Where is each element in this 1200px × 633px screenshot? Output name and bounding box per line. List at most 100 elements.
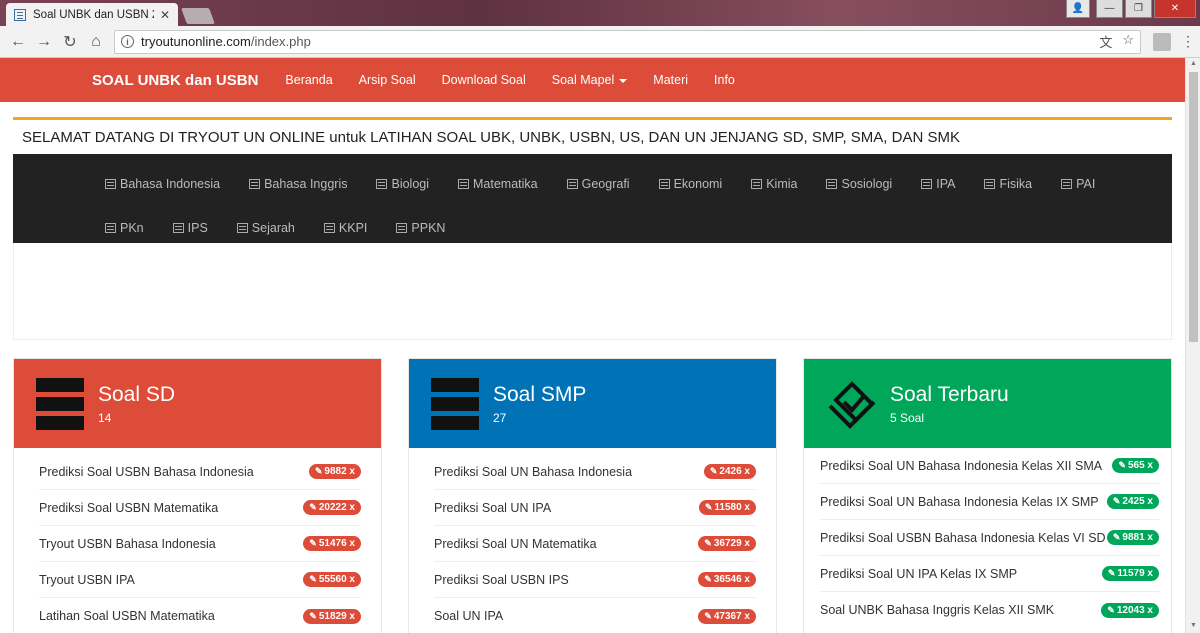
- scrollbar-thumb[interactable]: [1189, 72, 1198, 342]
- minimize-button[interactable]: —: [1096, 0, 1123, 18]
- site-info-icon[interactable]: i: [121, 35, 134, 48]
- list-item[interactable]: Prediksi Soal UN IPA ✎ 11580 x: [434, 490, 756, 526]
- reload-icon[interactable]: ↻: [58, 30, 82, 54]
- view-count-badge: ✎ 20222 x: [303, 500, 361, 515]
- page-favicon-icon: [14, 8, 26, 21]
- list-item[interactable]: Prediksi Soal USBN IPS ✎ 36546 x: [434, 562, 756, 598]
- nav-arsip-soal[interactable]: Arsip Soal: [359, 73, 416, 87]
- window-close-button[interactable]: ✕: [1154, 0, 1196, 18]
- subject-link-pai[interactable]: PAI: [1061, 162, 1095, 206]
- subject-link-kimia[interactable]: Kimia: [751, 162, 797, 206]
- list-item[interactable]: Latihan Soal USBN Matematika ✎ 51829 x: [39, 598, 361, 633]
- view-count-badge: ✎ 2426 x: [703, 464, 756, 479]
- item-label[interactable]: Prediksi Soal UN Bahasa Indonesia Kelas …: [820, 495, 1099, 509]
- subject-label: Ekonomi: [673, 177, 723, 191]
- list-icon: [921, 179, 933, 189]
- site-brand[interactable]: SOAL UNBK dan USBN: [92, 72, 258, 89]
- list-item[interactable]: Tryout USBN IPA ✎ 55560 x: [39, 562, 361, 598]
- subject-link-geografi[interactable]: Geografi: [566, 162, 630, 206]
- forward-arrow-icon[interactable]: →: [32, 30, 56, 54]
- item-label[interactable]: Prediksi Soal USBN IPS: [434, 573, 569, 587]
- subject-link-matematika[interactable]: Matematika: [458, 162, 538, 206]
- pencil-icon: ✎: [704, 538, 712, 548]
- view-count: 12043 x: [1116, 604, 1153, 616]
- card-header: Soal SMP 27: [409, 359, 776, 448]
- subject-label: Bahasa Inggris: [264, 177, 348, 191]
- view-count: 36546 x: [713, 574, 750, 585]
- profile-icon[interactable]: 👤: [1066, 0, 1090, 18]
- maximize-button[interactable]: ❐: [1125, 0, 1152, 18]
- bookmark-star-icon[interactable]: ☆: [1122, 32, 1134, 51]
- item-label[interactable]: Soal UN IPA: [434, 609, 503, 623]
- card-count: 27: [493, 410, 507, 425]
- list-item[interactable]: Prediksi Soal USBN Bahasa Indonesia ✎ 9882…: [39, 454, 361, 490]
- list-item[interactable]: Prediksi Soal USBN Matematika ✎ 20222 x: [39, 490, 361, 526]
- scroll-up-icon[interactable]: ▲: [1189, 60, 1198, 69]
- item-label[interactable]: Latihan Soal USBN Matematika: [39, 609, 215, 623]
- subject-link-bahasa-indonesia[interactable]: Bahasa Indonesia: [105, 162, 220, 206]
- view-count: 2426 x: [719, 466, 750, 477]
- view-count-badge: ✎ 2425 x: [1106, 494, 1159, 509]
- item-label[interactable]: Tryout USBN Bahasa Indonesia: [39, 537, 216, 551]
- card-title: Soal SMP: [493, 382, 587, 406]
- nav-soal-mapel[interactable]: Soal Mapel: [552, 73, 628, 87]
- nav-download-soal[interactable]: Download Soal: [442, 73, 526, 87]
- view-count-badge: ✎ 36729 x: [698, 536, 756, 551]
- card-count: 5 Soal: [890, 410, 925, 425]
- browser-tab[interactable]: Soal UNBK dan USBN 20 ✕: [6, 3, 178, 26]
- subject-link-fisika[interactable]: Fisika: [984, 162, 1032, 206]
- view-count: 9881 x: [1122, 532, 1153, 543]
- back-arrow-icon[interactable]: ←: [6, 30, 30, 54]
- item-label[interactable]: Prediksi Soal UN Bahasa Indonesia Kelas …: [820, 459, 1102, 473]
- pencil-icon: ✎: [1118, 460, 1126, 470]
- item-label[interactable]: Prediksi Soal USBN Bahasa Indonesia: [39, 465, 254, 479]
- list-item[interactable]: Prediksi Soal UN Bahasa Indonesia ✎ 2426 x: [434, 454, 756, 490]
- card-header: Soal SD 14: [14, 359, 381, 448]
- nav-materi[interactable]: Materi: [653, 73, 688, 87]
- pencil-icon: ✎: [309, 610, 317, 621]
- item-label[interactable]: Prediksi Soal USBN Matematika: [39, 501, 218, 515]
- browser-menu-icon[interactable]: ⋮: [1181, 33, 1195, 50]
- new-tab-button[interactable]: [181, 8, 215, 24]
- pencil-icon: ✎: [309, 574, 317, 584]
- subject-link-ekonomi[interactable]: Ekonomi: [658, 162, 723, 206]
- subject-label: Biologi: [391, 177, 430, 191]
- nav-info[interactable]: Info: [714, 73, 735, 87]
- extension-icon[interactable]: [1153, 32, 1171, 51]
- list-icon: [826, 179, 838, 189]
- list-item[interactable]: Prediksi Soal UN IPA Kelas IX SMP ✎ 11579 …: [820, 556, 1159, 592]
- item-label[interactable]: Prediksi Soal UN IPA Kelas IX SMP: [820, 567, 1017, 581]
- list-item[interactable]: Tryout USBN Bahasa Indonesia ✎ 51476 x: [39, 526, 361, 562]
- nav-soal-mapel-label: Soal Mapel: [551, 73, 615, 87]
- subject-link-sosiologi[interactable]: Sosiologi: [826, 162, 892, 206]
- url-path: /index.php: [250, 34, 311, 49]
- list-item[interactable]: Prediksi Soal USBN Bahasa Indonesia Kela…: [820, 520, 1159, 556]
- scroll-down-icon[interactable]: ▼: [1189, 622, 1198, 631]
- home-icon[interactable]: ⌂: [84, 30, 108, 54]
- translate-icon[interactable]: 文: [1099, 32, 1112, 51]
- nav-beranda[interactable]: Beranda: [285, 73, 332, 87]
- item-label[interactable]: Prediksi Soal UN Bahasa Indonesia: [434, 465, 632, 479]
- item-label[interactable]: Soal UNBK Bahasa Inggris Kelas XII SMK: [820, 603, 1054, 617]
- list-item[interactable]: Prediksi Soal UN Bahasa Indonesia Kelas …: [820, 484, 1159, 520]
- card-soal-terbaru: Soal Terbaru 5 Soal Prediksi Soal UN Bah…: [803, 358, 1172, 633]
- list-item[interactable]: Soal UNBK Bahasa Inggris Kelas XII SMK ✎ 1…: [820, 592, 1159, 628]
- page-scrollbar[interactable]: ▲ ▼: [1185, 58, 1200, 633]
- tab-close-icon[interactable]: ✕: [160, 8, 170, 22]
- list-item[interactable]: Prediksi Soal UN Matematika ✎ 36729 x: [434, 526, 756, 562]
- subject-label: Sejarah: [251, 221, 295, 235]
- page-viewport: SOAL UNBK dan USBN Beranda Arsip Soal Do…: [0, 58, 1200, 633]
- item-label[interactable]: Tryout USBN IPA: [39, 573, 135, 587]
- pencil-icon: ✎: [1107, 604, 1115, 615]
- list-item[interactable]: Prediksi Soal UN Bahasa Indonesia Kelas …: [820, 448, 1159, 484]
- subject-label: Sosiologi: [841, 177, 893, 191]
- subject-link-biologi[interactable]: Biologi: [376, 162, 429, 206]
- list-item[interactable]: Soal UN IPA ✎ 47367 x: [434, 598, 756, 633]
- item-label[interactable]: Prediksi Soal UN Matematika: [434, 537, 597, 551]
- item-label[interactable]: Prediksi Soal UN IPA: [434, 501, 551, 515]
- address-bar[interactable]: i tryoutunonline.com/index.php 文 ☆: [114, 29, 1141, 54]
- subject-link-ipa[interactable]: IPA: [921, 162, 955, 206]
- subject-link-bahasa-inggris[interactable]: Bahasa Inggris: [249, 162, 347, 206]
- subject-label: IPS: [187, 221, 208, 235]
- item-label[interactable]: Prediksi Soal USBN Bahasa Indonesia Kela…: [820, 531, 1106, 545]
